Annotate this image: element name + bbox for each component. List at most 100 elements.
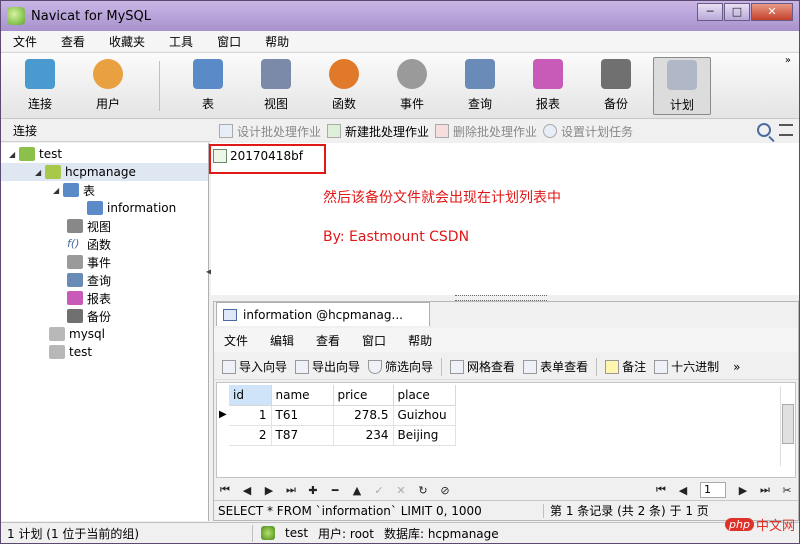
import-wizard-button[interactable]: 导入向导 bbox=[222, 358, 287, 375]
status-bar: 1 计划 (1 位于当前的组) test 用户: root 数据库: hcpma… bbox=[1, 522, 799, 543]
cell-price[interactable]: 278.5 bbox=[333, 405, 394, 426]
delete-batch-job-button[interactable]: 删除批处理作业 bbox=[435, 123, 537, 140]
form-icon bbox=[523, 359, 538, 374]
menu-help[interactable]: 帮助 bbox=[253, 33, 301, 50]
grid-view-button[interactable]: 网格查看 bbox=[450, 358, 515, 375]
delete-record-icon[interactable]: ━ bbox=[324, 484, 346, 497]
tree-node-reports[interactable]: 报表 bbox=[67, 289, 111, 307]
collapse-icon[interactable]: ◢ bbox=[9, 150, 19, 159]
connection-status-icon bbox=[261, 526, 275, 540]
table-button[interactable]: 表 bbox=[179, 57, 237, 115]
apply-icon[interactable]: ✓ bbox=[368, 484, 390, 497]
maximize-button[interactable]: □ bbox=[724, 3, 750, 21]
toolbar-separator bbox=[596, 357, 598, 376]
cell-id[interactable]: 1 bbox=[229, 405, 272, 426]
tree-node-tables[interactable]: ◢ 表 bbox=[53, 181, 95, 199]
view-button[interactable]: 视图 bbox=[247, 57, 305, 115]
sub-menu-file[interactable]: 文件 bbox=[214, 332, 260, 349]
connection-button[interactable]: 连接 bbox=[11, 57, 69, 115]
filter-icon bbox=[368, 359, 383, 374]
collapse-icon[interactable]: ◢ bbox=[35, 168, 45, 177]
add-record-icon[interactable]: ✚ bbox=[302, 484, 324, 497]
minimize-button[interactable]: ─ bbox=[697, 3, 723, 21]
menu-view[interactable]: 查看 bbox=[49, 33, 97, 50]
column-header-id[interactable]: id bbox=[229, 385, 272, 406]
first-page-icon[interactable]: ⏮ bbox=[650, 483, 672, 497]
status-database: 数据库: hcpmanage bbox=[383, 526, 499, 541]
next-page-icon[interactable]: ▶ bbox=[732, 484, 754, 497]
table-row[interactable]: 2 T87 234 Beijing bbox=[229, 425, 456, 446]
function-button[interactable]: 函数 bbox=[315, 57, 373, 115]
red-highlight-box bbox=[209, 144, 326, 174]
settings-wrench-icon[interactable]: ✂ bbox=[776, 484, 798, 497]
title-bar: Navicat for MySQL ─ □ ✕ bbox=[1, 1, 799, 31]
prev-page-icon[interactable]: ◀ bbox=[672, 484, 694, 497]
table-row[interactable]: 1 T61 278.5 Guizhou bbox=[229, 405, 456, 426]
column-header-price[interactable]: price bbox=[333, 385, 394, 406]
tree-node-database-mysql[interactable]: mysql bbox=[49, 325, 105, 343]
report-button[interactable]: 报表 bbox=[519, 57, 577, 115]
hex-button[interactable]: 十六进制 bbox=[654, 358, 719, 375]
set-schedule-task-button[interactable]: 设置计划任务 bbox=[543, 123, 633, 140]
stop-icon[interactable]: ⊘ bbox=[434, 484, 456, 497]
table-icon bbox=[87, 201, 103, 215]
new-batch-job-button[interactable]: 新建批处理作业 bbox=[327, 123, 429, 140]
schedule-button[interactable]: 计划 bbox=[653, 57, 711, 115]
last-record-icon[interactable]: ⏭ bbox=[280, 483, 302, 497]
filter-wizard-button[interactable]: 筛选向导 bbox=[368, 358, 433, 375]
first-record-icon[interactable]: ⏮ bbox=[214, 483, 236, 497]
cell-name[interactable]: T61 bbox=[271, 405, 334, 426]
cell-price[interactable]: 234 bbox=[333, 425, 394, 446]
user-button[interactable]: 用户 bbox=[79, 57, 137, 115]
grid-vertical-scrollbar[interactable] bbox=[780, 386, 794, 466]
export-wizard-button[interactable]: 导出向导 bbox=[295, 358, 360, 375]
refresh-icon[interactable]: ↻ bbox=[412, 484, 434, 497]
menu-file[interactable]: 文件 bbox=[1, 33, 49, 50]
tree-node-queries[interactable]: 查询 bbox=[67, 271, 111, 289]
query-button[interactable]: 查询 bbox=[451, 57, 509, 115]
tree-node-events[interactable]: 事件 bbox=[67, 253, 111, 271]
cell-place[interactable]: Beijing bbox=[393, 425, 456, 446]
menu-tools[interactable]: 工具 bbox=[157, 33, 205, 50]
clock-icon bbox=[543, 124, 558, 138]
menu-window[interactable]: 窗口 bbox=[205, 33, 253, 50]
column-header-name[interactable]: name bbox=[271, 385, 334, 406]
event-button[interactable]: 事件 bbox=[383, 57, 441, 115]
cell-place[interactable]: Guizhou bbox=[393, 405, 456, 426]
tree-node-database-hcpmanage[interactable]: ◢ hcpmanage bbox=[1, 163, 208, 181]
sub-menu-edit[interactable]: 编辑 bbox=[260, 332, 306, 349]
sub-menu-view[interactable]: 查看 bbox=[306, 332, 352, 349]
menu-favorites[interactable]: 收藏夹 bbox=[97, 33, 157, 50]
memo-button[interactable]: 备注 bbox=[605, 358, 646, 375]
form-view-button[interactable]: 表单查看 bbox=[523, 358, 588, 375]
column-header-place[interactable]: place bbox=[393, 385, 456, 406]
cell-id[interactable]: 2 bbox=[229, 425, 272, 446]
prev-record-icon[interactable]: ◀ bbox=[236, 484, 258, 497]
search-icon[interactable] bbox=[757, 123, 771, 137]
toolbar-overflow-chevron-icon[interactable]: » bbox=[785, 55, 791, 66]
tree-node-functions[interactable]: f() 函数 bbox=[67, 235, 111, 253]
tree-node-connection-test[interactable]: ◢ test bbox=[9, 145, 62, 163]
last-page-icon[interactable]: ⏭ bbox=[754, 483, 776, 497]
backup-button[interactable]: 备份 bbox=[587, 57, 645, 115]
list-view-icon[interactable] bbox=[779, 124, 793, 136]
cell-name[interactable]: T87 bbox=[271, 425, 334, 446]
page-number-input[interactable]: 1 bbox=[700, 482, 726, 498]
sub-menu-help[interactable]: 帮助 bbox=[398, 332, 444, 349]
sub-menu-window[interactable]: 窗口 bbox=[352, 332, 398, 349]
collapse-icon[interactable]: ◢ bbox=[53, 186, 63, 195]
close-button[interactable]: ✕ bbox=[751, 3, 793, 21]
data-grid: ▶ id name price place 1 T61 278.5 Guizho… bbox=[216, 382, 796, 478]
design-batch-job-button[interactable]: 设计批处理作业 bbox=[219, 123, 321, 140]
tab-information[interactable]: information @hcpmanag... bbox=[216, 302, 430, 326]
sub-toolbar-overflow-chevron-icon[interactable]: » bbox=[733, 360, 740, 374]
tree-node-views[interactable]: 视图 bbox=[67, 217, 111, 235]
discard-icon[interactable]: ✕ bbox=[390, 484, 412, 497]
tree-node-table-information[interactable]: information bbox=[87, 199, 176, 217]
tree-node-backups[interactable]: 备份 bbox=[67, 307, 111, 325]
menu-bar: 文件 查看 收藏夹 工具 窗口 帮助 bbox=[1, 31, 799, 51]
edit-record-icon[interactable]: ▲ bbox=[346, 484, 368, 497]
scrollbar-thumb[interactable] bbox=[782, 404, 794, 444]
next-record-icon[interactable]: ▶ bbox=[258, 484, 280, 497]
tree-node-database-test[interactable]: test bbox=[49, 343, 92, 361]
